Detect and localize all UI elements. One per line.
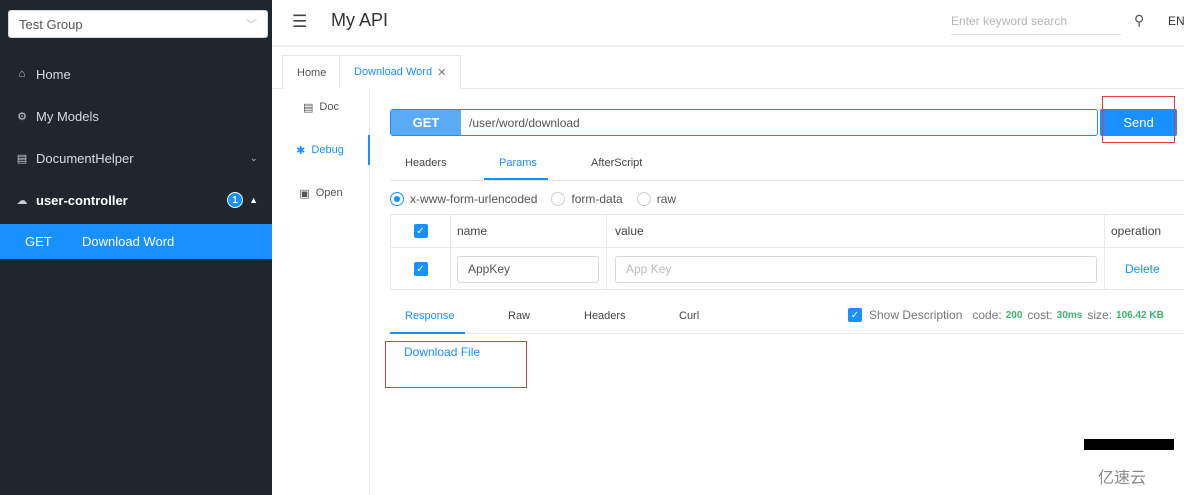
doc-icon: ▤ (303, 101, 314, 114)
code-label: code: (972, 308, 1002, 322)
response-size: 106.42 KB (1116, 309, 1164, 321)
document-helper-icon: ▤ (16, 152, 28, 165)
group-select-value: Test Group (19, 16, 83, 32)
highlight-box (385, 341, 527, 388)
doc-nav: ▤ Doc ✱ Debug ▣ Open (272, 89, 370, 495)
controller-icon: ☁ (16, 194, 28, 207)
delete-button[interactable]: Delete (1111, 262, 1160, 276)
body-type-radios: x-www-form-urlencoded form-data raw (390, 190, 690, 208)
page-title: My API (331, 10, 389, 30)
doc-nav-label: Debug (311, 144, 344, 156)
select-all-cell: ✓ (391, 215, 451, 247)
sidebar-item-home[interactable]: ⌂ Home (0, 56, 272, 92)
sidebar-item-label: user-controller (36, 192, 128, 208)
tab-afterscript[interactable]: AfterScript (591, 157, 642, 169)
bug-icon: ✱ (296, 144, 306, 157)
search-icon[interactable]: ⚲ (1134, 12, 1144, 29)
status-code: 200 (1005, 309, 1023, 321)
radio-label: raw (656, 192, 677, 206)
tab-download-word[interactable]: Download Word ✕ (339, 55, 462, 89)
language-switch[interactable]: EN (1168, 14, 1184, 28)
models-icon: ⚙ (17, 110, 27, 123)
sidebar-item-documenthelper[interactable]: ▤ DocumentHelper ⌄ (0, 140, 272, 176)
doc-nav-open[interactable]: ▣ Open (272, 178, 370, 208)
tab-headers[interactable]: Headers (405, 157, 447, 169)
response-meta: ✓ Show Description code: 200 cost: 30ms … (848, 308, 1164, 322)
request-tabs: Headers Params AfterScript (390, 149, 1184, 181)
radio-form-data[interactable]: form-data (551, 192, 623, 206)
watermark: 亿速云 (1098, 470, 1147, 487)
home-icon: ⌂ (18, 68, 26, 80)
highlight-box (1102, 96, 1175, 143)
tab-params[interactable]: Params (499, 157, 537, 169)
column-header-operation: operation (1111, 224, 1162, 238)
url-bar: GET /user/word/download (390, 109, 1098, 136)
tab-curl[interactable]: Curl (679, 310, 699, 322)
doc-nav-debug[interactable]: ✱ Debug (272, 135, 370, 165)
doc-nav-label: Doc (319, 101, 339, 113)
sidebar-item-my-models[interactable]: ⚙ My Models (0, 98, 272, 134)
name-cell: AppKey (451, 248, 607, 290)
tab-home[interactable]: Home (282, 55, 342, 89)
response-tabs: Response Raw Headers Curl ✓ Show Descrip… (390, 302, 1184, 334)
radio-dot (636, 192, 651, 206)
active-tab-indicator (484, 178, 548, 180)
row-select-cell: ✓ (391, 248, 451, 290)
group-select[interactable]: Test Group ﹀ (8, 10, 268, 38)
show-description-label: Show Description (869, 308, 963, 322)
tab-response[interactable]: Response (405, 310, 455, 322)
chevron-down-icon: ﹀ (246, 19, 257, 31)
sidebar-item-download-word[interactable]: GET Download Word (0, 224, 272, 259)
table-header-row: ✓ name value operation (391, 215, 1184, 248)
sidebar-item-user-controller[interactable]: ☁ user-controller 1 ▲ (0, 182, 272, 218)
tab-label: Download Word (354, 66, 433, 78)
topbar: ☰ My API Enter keyword search ⚲ EN (272, 0, 1184, 47)
sidebar-item-label: My Models (36, 108, 99, 124)
value-cell: App Key (607, 248, 1105, 290)
param-name-input[interactable]: AppKey (457, 255, 599, 283)
radio-dot (551, 192, 566, 206)
operation-cell: Delete (1105, 248, 1184, 290)
sidebar-item-label: DocumentHelper (36, 150, 134, 166)
row-checkbox[interactable]: ✓ (413, 262, 428, 276)
close-icon[interactable]: ✕ (437, 66, 446, 79)
redaction-bar (1084, 439, 1174, 450)
table-row: ✓ AppKey App Key Delete (391, 248, 1184, 290)
count-badge: 1 (227, 192, 244, 208)
column-header-value: value (607, 215, 1105, 247)
doc-nav-doc[interactable]: ▤ Doc (272, 92, 370, 122)
response-cost: 30ms (1056, 309, 1083, 321)
param-value-input[interactable]: App Key (615, 255, 1097, 283)
show-description-checkbox[interactable]: ✓ (848, 308, 862, 322)
tab-label: Home (297, 66, 327, 79)
sidebar-item-label: Home (36, 66, 71, 82)
method-select[interactable]: GET (391, 110, 461, 135)
url-input[interactable]: /user/word/download (461, 110, 580, 135)
menu-fold-icon[interactable]: ☰ (292, 12, 307, 32)
sidebar: Test Group ﹀ ⌂ Home ⚙ My Models ▤ Docume… (0, 0, 272, 495)
select-all-checkbox[interactable]: ✓ (413, 224, 428, 238)
radio-x-www-form-urlencoded[interactable]: x-www-form-urlencoded (390, 192, 537, 206)
tab-raw[interactable]: Raw (508, 310, 530, 322)
tabs-bar: Home Download Word ✕ (272, 49, 1184, 89)
method-label: GET (25, 234, 52, 249)
radio-raw[interactable]: raw (636, 192, 677, 206)
search-input[interactable]: Enter keyword search (951, 8, 1121, 35)
radio-dot (390, 192, 404, 206)
radio-label: x-www-form-urlencoded (410, 192, 538, 206)
chevron-down-icon: ⌄ (249, 152, 258, 164)
column-header-name: name (451, 215, 607, 247)
params-table: ✓ name value operation ✓ AppKey App Key … (390, 214, 1184, 290)
active-tab-indicator (390, 332, 465, 334)
size-label: size: (1087, 308, 1113, 322)
cost-label: cost: (1027, 308, 1053, 322)
tab-response-headers[interactable]: Headers (584, 310, 626, 322)
open-icon: ▣ (299, 187, 310, 200)
doc-nav-label: Open (315, 187, 343, 199)
chevron-up-icon: ▲ (249, 195, 258, 205)
radio-label: form-data (571, 192, 623, 206)
api-title: Download Word (82, 234, 175, 249)
